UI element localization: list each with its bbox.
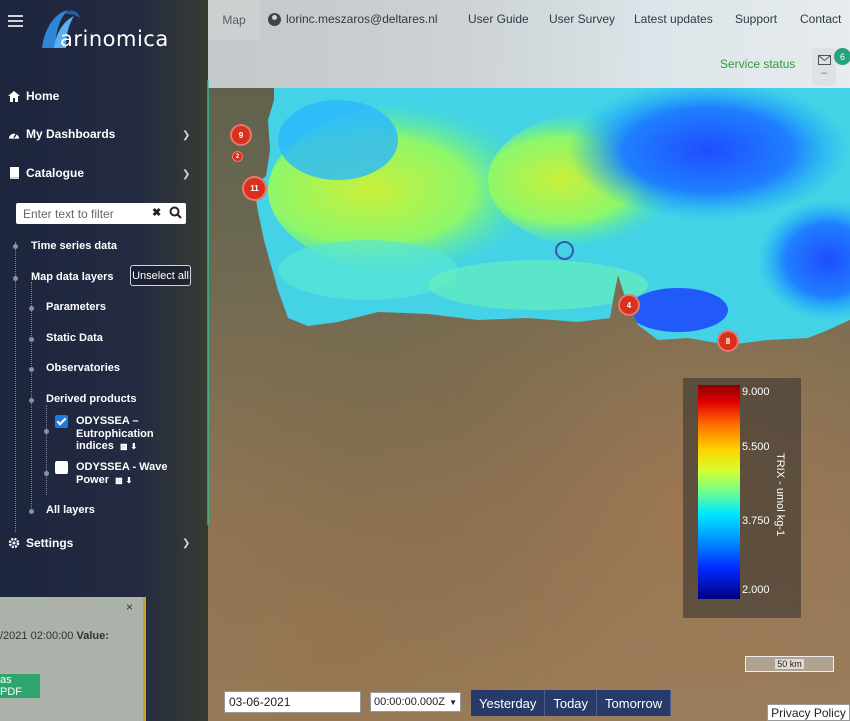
today-button[interactable]: Today xyxy=(545,690,598,716)
tree-node-dot xyxy=(29,367,34,372)
map-marker[interactable]: 8 xyxy=(717,330,739,352)
download-icon[interactable]: ⬇ xyxy=(126,476,133,485)
home-icon xyxy=(8,90,20,102)
sidebar-item-label: My Dashboards xyxy=(26,127,116,141)
nav-user-guide[interactable]: User Guide xyxy=(468,12,529,26)
user-email: lorinc.meszaros@deltares.nl xyxy=(286,12,438,26)
map-marker[interactable]: 4 xyxy=(618,294,640,316)
trix-sea-layer xyxy=(254,88,850,345)
legend-title: TRIX - umol kg-1 xyxy=(774,453,786,537)
legend-value-min: 2.000 xyxy=(742,584,770,596)
legend-value: 5.500 xyxy=(742,441,770,453)
chevron-down-icon[interactable]: ❯ xyxy=(182,538,190,549)
export-pdf-button[interactable]: as PDF xyxy=(0,674,40,698)
tree-item-map-layers[interactable]: Map data layers xyxy=(31,271,114,283)
tree-connector xyxy=(15,242,16,532)
user-menu[interactable]: lorinc.meszaros@deltares.nl xyxy=(268,12,438,26)
sidebar-item-dashboards[interactable]: My Dashboards xyxy=(8,127,115,141)
search-icon[interactable] xyxy=(169,206,182,219)
nav-user-survey[interactable]: User Survey xyxy=(549,12,615,26)
sidebar-resize-handle[interactable] xyxy=(207,80,209,525)
tree-item-static-data[interactable]: Static Data xyxy=(46,332,103,344)
nav-support[interactable]: Support xyxy=(735,12,777,26)
legend-color-bar xyxy=(698,385,740,599)
yesterday-button[interactable]: Yesterday xyxy=(471,690,546,716)
map-marker[interactable]: 9 xyxy=(230,124,252,146)
tree-node-dot xyxy=(44,429,49,434)
layer-checkbox-wave-power[interactable] xyxy=(55,461,68,474)
map-icon[interactable]: ▩ xyxy=(115,476,123,485)
tree-node-dot xyxy=(13,276,18,281)
marinomica-logo[interactable]: arinomica xyxy=(40,4,190,52)
dashboard-icon xyxy=(8,128,20,140)
sidebar-item-home[interactable]: Home xyxy=(8,89,59,103)
tomorrow-button[interactable]: Tomorrow xyxy=(597,690,672,716)
layer-eutrophication[interactable]: ODYSSEA – Eutrophication indices ▩ ⬇ xyxy=(76,415,176,454)
messages-dash: – xyxy=(820,67,828,79)
layer-label: ODYSSEA – Eutrophication indices xyxy=(76,415,154,452)
tree-node-dot xyxy=(29,398,34,403)
gear-icon xyxy=(8,537,20,549)
popup-timestamp: /2021 02:00:00 Value: xyxy=(0,630,109,642)
clear-filter-icon[interactable]: ✖ xyxy=(152,206,161,219)
sidebar-item-label: Home xyxy=(26,89,60,103)
tab-map[interactable]: Map xyxy=(208,0,260,40)
sidebar-item-settings[interactable]: Settings xyxy=(8,536,73,550)
tree-item-all-layers[interactable]: All layers xyxy=(46,504,95,516)
close-icon[interactable]: × xyxy=(126,600,133,614)
sidebar-item-catalogue[interactable]: Catalogue xyxy=(8,166,84,180)
messages-button[interactable]: – xyxy=(812,48,836,86)
sidebar: arinomica Home My Dashboards ❯ Catalogue… xyxy=(0,0,208,721)
date-input[interactable] xyxy=(224,691,361,713)
tree-node-dot xyxy=(29,509,34,514)
map-icon[interactable]: ▩ xyxy=(120,442,128,451)
tree-item-observatories[interactable]: Observatories xyxy=(46,362,120,374)
privacy-policy-link[interactable]: Privacy Policy xyxy=(767,704,850,721)
scale-bar: 50 km xyxy=(745,656,834,672)
envelope-icon xyxy=(817,55,831,65)
chevron-down-icon[interactable]: ❯ xyxy=(182,130,190,141)
tree-node-dot xyxy=(29,337,34,342)
layer-wave-power[interactable]: ODYSSEA - Wave Power ▩ ⬇ xyxy=(76,461,176,487)
catalogue-filter: ✖ xyxy=(16,203,186,224)
user-icon xyxy=(268,12,281,26)
chevron-down-icon: ▼ xyxy=(449,697,457,707)
tree-node-dot xyxy=(13,244,18,249)
tree-item-parameters[interactable]: Parameters xyxy=(46,301,106,313)
logo-text: arinomica xyxy=(60,27,169,51)
feature-info-popup: × /2021 02:00:00 Value: as PDF xyxy=(0,597,146,721)
tree-item-time-series[interactable]: Time series data xyxy=(31,240,117,252)
popup-value-label: Value: xyxy=(76,630,109,642)
selected-point-ring[interactable] xyxy=(555,241,574,260)
nav-latest-updates[interactable]: Latest updates xyxy=(634,12,713,26)
book-icon xyxy=(8,167,20,179)
unselect-all-button[interactable]: Unselect all xyxy=(130,265,191,286)
layer-checkbox-eutrophication[interactable] xyxy=(55,415,68,428)
filter-input[interactable] xyxy=(16,204,146,223)
message-count-badge: 6 xyxy=(834,48,850,65)
tree-node-dot xyxy=(29,306,34,311)
chevron-down-icon[interactable]: ❯ xyxy=(182,169,190,180)
tree-connector xyxy=(46,405,47,495)
day-navigation: Yesterday Today Tomorrow xyxy=(471,690,672,716)
legend-value: 3.750 xyxy=(742,515,770,527)
map-marker[interactable]: 11 xyxy=(242,176,267,201)
color-legend: 9.000 5.500 3.750 2.000 TRIX - umol kg-1 xyxy=(683,378,801,618)
scale-bar-label: 50 km xyxy=(775,659,804,669)
nav-contact[interactable]: Contact xyxy=(800,12,841,26)
legend-value-max: 9.000 xyxy=(742,386,770,398)
sidebar-item-label: Settings xyxy=(26,536,74,550)
time-select[interactable]: 00:00:00.000Z ▼ xyxy=(370,692,461,712)
service-status-link[interactable]: Service status xyxy=(720,57,795,71)
top-navigation: Map lorinc.meszaros@deltares.nl User Gui… xyxy=(208,0,850,40)
tree-node-dot xyxy=(44,471,49,476)
map-marker[interactable]: 2 xyxy=(232,151,243,162)
hamburger-menu-icon[interactable] xyxy=(8,15,23,27)
time-select-value: 00:00:00.000Z xyxy=(374,696,445,708)
sidebar-item-label: Catalogue xyxy=(26,166,85,180)
download-icon[interactable]: ⬇ xyxy=(131,442,138,451)
tree-item-derived-products[interactable]: Derived products xyxy=(46,393,136,405)
tree-connector xyxy=(31,282,32,512)
popup-time: /2021 02:00:00 xyxy=(0,630,74,642)
